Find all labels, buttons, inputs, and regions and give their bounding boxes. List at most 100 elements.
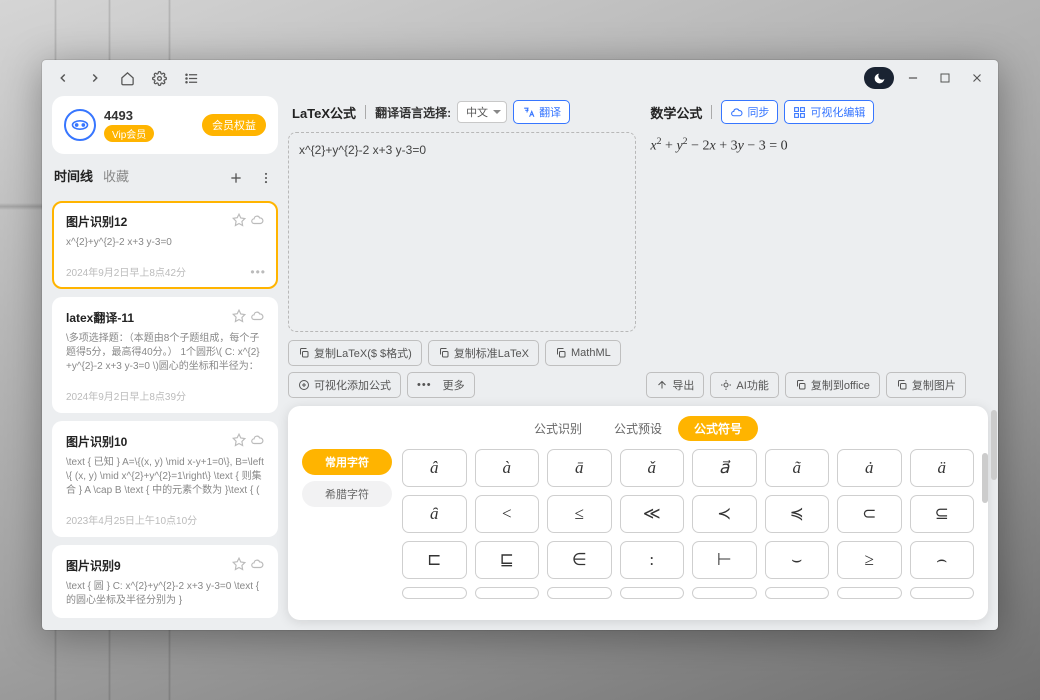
symbol-cell[interactable]: ≥	[837, 541, 902, 579]
tab-favorites[interactable]: 收藏	[103, 166, 129, 189]
cat-greek[interactable]: 希腊字符	[302, 481, 392, 507]
cloud-icon[interactable]	[250, 309, 264, 326]
copy-office-button[interactable]: 复制到office	[785, 372, 880, 398]
star-icon[interactable]	[232, 213, 246, 230]
symbol-cell[interactable]: ā	[547, 449, 612, 487]
timeline-card[interactable]: 图片识别9 \text { 圆 } C: x^{2}+y^{2}-2 x+3 y…	[52, 545, 278, 618]
symbol-cell[interactable]: ȧ	[837, 449, 902, 487]
symbol-cell[interactable]: ∈	[547, 541, 612, 579]
symbol-categories: 常用字符 希腊字符	[302, 449, 392, 610]
symbol-cell[interactable]: ⌢	[910, 541, 975, 579]
timeline-card[interactable]: 图片识别12 x^{2}+y^{2}-2 x+3 y-3=0 2024年9月2日…	[52, 201, 278, 289]
night-mode-button[interactable]	[864, 67, 894, 89]
symbol-cell[interactable]: ⊆	[910, 495, 975, 533]
star-icon[interactable]	[232, 433, 246, 450]
tab-timeline[interactable]: 时间线	[54, 166, 93, 189]
symbol-cell[interactable]: ã	[765, 449, 830, 487]
symbol-cell[interactable]: ǎ	[620, 449, 685, 487]
math-panel: 数学公式 同步 可视化编辑 x2 + y2 − 2x + 3y − 3 = 0 …	[646, 96, 988, 398]
star-icon[interactable]	[232, 309, 246, 326]
symbol-cell[interactable]: :	[620, 541, 685, 579]
tab-formula-recognize[interactable]: 公式识别	[518, 416, 598, 441]
user-id: 4493	[104, 108, 194, 123]
cloud-icon[interactable]	[250, 557, 264, 574]
copy-std-latex-button[interactable]: 复制标准LaTeX	[428, 340, 539, 366]
visual-edit-button[interactable]: 可视化编辑	[784, 100, 874, 124]
timeline-card[interactable]: latex翻译-11 \多项选择题：（本题由8个子题组成，每个子题得5分，最高得…	[52, 297, 278, 413]
symbol-cell[interactable]: ⊑	[475, 541, 540, 579]
symbol-cell[interactable]: ȃ	[402, 495, 467, 533]
more-actions-button[interactable]: ••• 更多	[407, 372, 475, 398]
symbol-cell[interactable]	[765, 587, 830, 599]
tab-formula-symbol[interactable]: 公式符号	[678, 416, 758, 441]
card-body: \多项选择题：（本题由8个子题组成，每个子题得5分，最高得40分。） 1个圆形\…	[66, 332, 264, 374]
more-button[interactable]	[256, 168, 276, 188]
timeline-list: 图片识别12 x^{2}+y^{2}-2 x+3 y-3=0 2024年9月2日…	[52, 201, 278, 620]
nav-forward-button[interactable]	[82, 65, 108, 91]
timeline-tabs: 时间线 收藏	[52, 162, 278, 193]
star-icon[interactable]	[232, 557, 246, 574]
symbol-cell[interactable]: ⊏	[402, 541, 467, 579]
symbol-cell[interactable]: â	[402, 449, 467, 487]
symbol-cell[interactable]: à	[475, 449, 540, 487]
user-card: 4493 Vip会员 会员权益	[52, 96, 278, 154]
card-time: 2023年4月25日上午10点10分	[66, 512, 264, 527]
symbol-cell[interactable]: ⌣	[765, 541, 830, 579]
symbol-cell[interactable]: ⊂	[837, 495, 902, 533]
symbol-cell[interactable]	[692, 587, 757, 599]
translate-button[interactable]: 翻译	[513, 100, 570, 124]
symbol-cell[interactable]: <	[475, 495, 540, 533]
symbol-cell[interactable]	[910, 587, 975, 599]
card-body: x^{2}+y^{2}-2 x+3 y-3=0	[66, 236, 264, 250]
symbol-panel: 公式识别 公式预设 公式符号 常用字符 希腊字符 âàāǎa⃗ãȧä ȃ<≤≪≺≼…	[288, 406, 988, 620]
symbol-cell[interactable]: ≼	[765, 495, 830, 533]
list-button[interactable]	[178, 65, 204, 91]
copy-latex-button[interactable]: 复制LaTeX($ $格式)	[288, 340, 422, 366]
symbol-cell[interactable]: a⃗	[692, 449, 757, 487]
card-time: 2024年9月2日早上8点42分	[66, 264, 264, 279]
add-button[interactable]	[226, 168, 246, 188]
card-title: 图片识别12	[66, 213, 232, 230]
mathml-button[interactable]: MathML	[545, 340, 621, 366]
scrollbar[interactable]	[982, 453, 988, 503]
close-button[interactable]	[964, 65, 990, 91]
maximize-button[interactable]	[932, 65, 958, 91]
symbol-cell[interactable]: ≺	[692, 495, 757, 533]
cloud-icon[interactable]	[250, 213, 264, 230]
symbol-cell[interactable]: ≤	[547, 495, 612, 533]
scrollbar[interactable]	[991, 410, 997, 480]
symbol-cell[interactable]	[475, 587, 540, 599]
sidebar: 4493 Vip会员 会员权益 时间线 收藏 图片识别12	[52, 96, 278, 620]
latex-input[interactable]: x^{2}+y^{2}-2 x+3 y-3=0	[288, 132, 636, 332]
main: LaTeX公式 翻译语言选择: 中文 翻译 x^{2}+y^{2}-2 x+3 …	[288, 96, 988, 620]
home-button[interactable]	[114, 65, 140, 91]
symbol-cell[interactable]	[402, 587, 467, 599]
lang-select[interactable]: 中文	[457, 101, 507, 123]
symbol-cell[interactable]	[547, 587, 612, 599]
symbol-cell[interactable]: ⊢	[692, 541, 757, 579]
copy-image-button[interactable]: 复制图片	[886, 372, 966, 398]
add-visual-button[interactable]: 可视化添加公式	[288, 372, 401, 398]
lang-label: 翻译语言选择:	[375, 104, 451, 121]
app-window: 4493 Vip会员 会员权益 时间线 收藏 图片识别12	[42, 60, 998, 630]
symbol-tabs: 公式识别 公式预设 公式符号	[288, 406, 988, 449]
symbol-cell[interactable]: ≪	[620, 495, 685, 533]
timeline-card[interactable]: 图片识别10 \text { 已知 } A=\{(x, y) \mid x-y+…	[52, 421, 278, 537]
export-button[interactable]: 导出	[646, 372, 704, 398]
member-rights-button[interactable]: 会员权益	[202, 114, 266, 136]
card-title: latex翻译-11	[66, 309, 232, 326]
cat-common[interactable]: 常用字符	[302, 449, 392, 475]
symbol-cell[interactable]: ä	[910, 449, 975, 487]
sync-button[interactable]: 同步	[721, 100, 778, 124]
nav-back-button[interactable]	[50, 65, 76, 91]
card-more-icon[interactable]: •••	[250, 265, 266, 279]
tab-formula-preset[interactable]: 公式预设	[598, 416, 678, 441]
cloud-icon[interactable]	[250, 433, 264, 450]
symbol-cell[interactable]	[837, 587, 902, 599]
card-body: \text { 已知 } A=\{(x, y) \mid x-y+1=0\}, …	[66, 456, 264, 498]
ai-button[interactable]: AI功能	[710, 372, 778, 398]
minimize-button[interactable]	[900, 65, 926, 91]
symbol-cell[interactable]	[620, 587, 685, 599]
latex-title: LaTeX公式	[292, 103, 356, 122]
settings-button[interactable]	[146, 65, 172, 91]
